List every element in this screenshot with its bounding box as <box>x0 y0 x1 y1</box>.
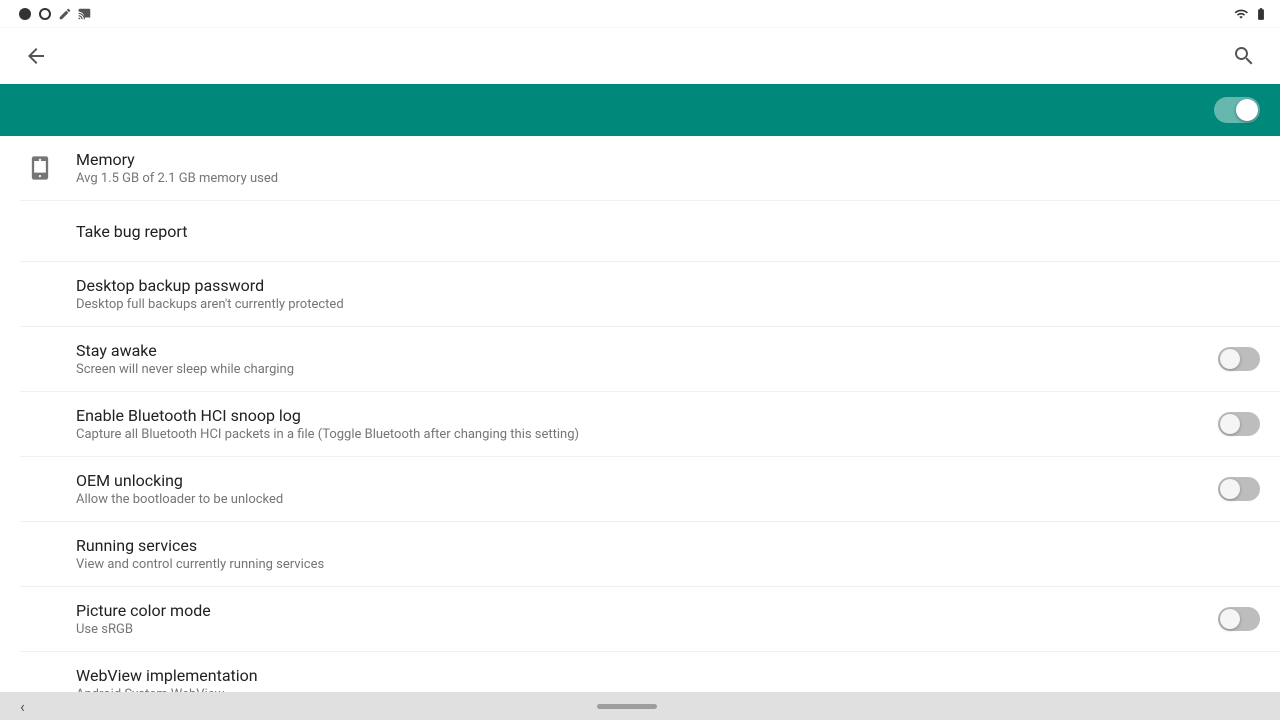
back-arrow-icon <box>24 44 48 68</box>
settings-item-title: Picture color mode <box>76 601 1202 620</box>
settings-item-subtitle: Desktop full backups aren't currently pr… <box>76 297 1260 312</box>
settings-item-text: Memory Avg 1.5 GB of 2.1 GB memory used <box>76 150 1260 186</box>
toggle-switch[interactable] <box>1218 412 1260 436</box>
toggle-knob <box>1220 479 1240 499</box>
settings-item-subtitle: Use sRGB <box>76 622 1202 637</box>
dot-icon <box>18 7 32 21</box>
settings-item-stay-awake[interactable]: Stay awake Screen will never sleep while… <box>0 327 1280 391</box>
settings-item-subtitle: Avg 1.5 GB of 2.1 GB memory used <box>76 171 1260 186</box>
settings-item-picture-color-mode[interactable]: Picture color mode Use sRGB <box>0 587 1280 651</box>
nav-home <box>597 704 657 709</box>
settings-item-text: Running services View and control curren… <box>76 536 1260 572</box>
settings-item-webview-implementation[interactable]: WebView implementation Android System We… <box>0 652 1280 692</box>
toggle-picture-color-mode[interactable] <box>1218 607 1260 631</box>
settings-item-desktop-backup-password[interactable]: Desktop backup password Desktop full bac… <box>0 262 1280 326</box>
settings-list: Memory Avg 1.5 GB of 2.1 GB memory used … <box>0 136 1280 692</box>
edit-icon <box>58 7 72 21</box>
settings-item-text: Desktop backup password Desktop full bac… <box>76 276 1260 312</box>
toggle-oem-unlocking[interactable] <box>1218 477 1260 501</box>
settings-item-running-services[interactable]: Running services View and control curren… <box>0 522 1280 586</box>
nav-back[interactable]: ‹ <box>20 697 25 716</box>
settings-item-text: Stay awake Screen will never sleep while… <box>76 341 1202 377</box>
on-off-banner[interactable] <box>0 84 1280 136</box>
settings-item-title: Memory <box>76 150 1260 169</box>
settings-item-title: Take bug report <box>76 222 1260 241</box>
toggle-stay-awake[interactable] <box>1218 347 1260 371</box>
settings-item-text: OEM unlocking Allow the bootloader to be… <box>76 471 1202 507</box>
developer-options-toggle[interactable] <box>1214 97 1260 123</box>
settings-item-oem-unlocking[interactable]: OEM unlocking Allow the bootloader to be… <box>0 457 1280 521</box>
app-bar <box>0 28 1280 84</box>
settings-item-subtitle: View and control currently running servi… <box>76 557 1260 572</box>
settings-item-subtitle: Allow the bootloader to be unlocked <box>76 492 1202 507</box>
settings-item-memory[interactable]: Memory Avg 1.5 GB of 2.1 GB memory used <box>0 136 1280 200</box>
settings-item-text: WebView implementation Android System We… <box>76 666 1260 692</box>
search-icon <box>1232 44 1256 68</box>
settings-item-text: Enable Bluetooth HCI snoop log Capture a… <box>76 406 1202 442</box>
status-bar-right <box>1234 7 1268 21</box>
status-bar <box>0 0 1280 28</box>
settings-item-title: Enable Bluetooth HCI snoop log <box>76 406 1202 425</box>
settings-item-title: Desktop backup password <box>76 276 1260 295</box>
toggle-switch[interactable] <box>1218 477 1260 501</box>
wifi-icon <box>1234 7 1248 21</box>
status-bar-left <box>12 7 92 21</box>
settings-item-title: Running services <box>76 536 1260 555</box>
memory-icon <box>20 154 60 182</box>
bottom-bar: ‹ <box>0 692 1280 720</box>
settings-item-subtitle: Capture all Bluetooth HCI packets in a f… <box>76 427 1202 442</box>
back-button[interactable] <box>16 36 56 76</box>
battery-icon <box>1254 7 1268 21</box>
settings-item-bluetooth-hci-snoop[interactable]: Enable Bluetooth HCI snoop log Capture a… <box>0 392 1280 456</box>
settings-item-title: OEM unlocking <box>76 471 1202 490</box>
toggle-knob <box>1220 414 1240 434</box>
settings-item-text: Picture color mode Use sRGB <box>76 601 1202 637</box>
toggle-knob <box>1220 609 1240 629</box>
settings-item-title: WebView implementation <box>76 666 1260 685</box>
toggle-knob <box>1220 349 1240 369</box>
toggle-switch[interactable] <box>1218 607 1260 631</box>
toggle-bluetooth-hci-snoop[interactable] <box>1218 412 1260 436</box>
toggle-switch[interactable] <box>1218 347 1260 371</box>
search-button[interactable] <box>1224 36 1264 76</box>
nav-back-arrow[interactable]: ‹ <box>20 697 25 716</box>
settings-item-title: Stay awake <box>76 341 1202 360</box>
nav-home-pill <box>597 704 657 709</box>
settings-item-take-bug-report[interactable]: Take bug report <box>0 201 1280 261</box>
cast-icon <box>78 7 92 21</box>
settings-item-text: Take bug report <box>76 222 1260 241</box>
circle-icon <box>38 7 52 21</box>
toggle-knob <box>1236 99 1258 121</box>
settings-item-subtitle: Screen will never sleep while charging <box>76 362 1202 377</box>
